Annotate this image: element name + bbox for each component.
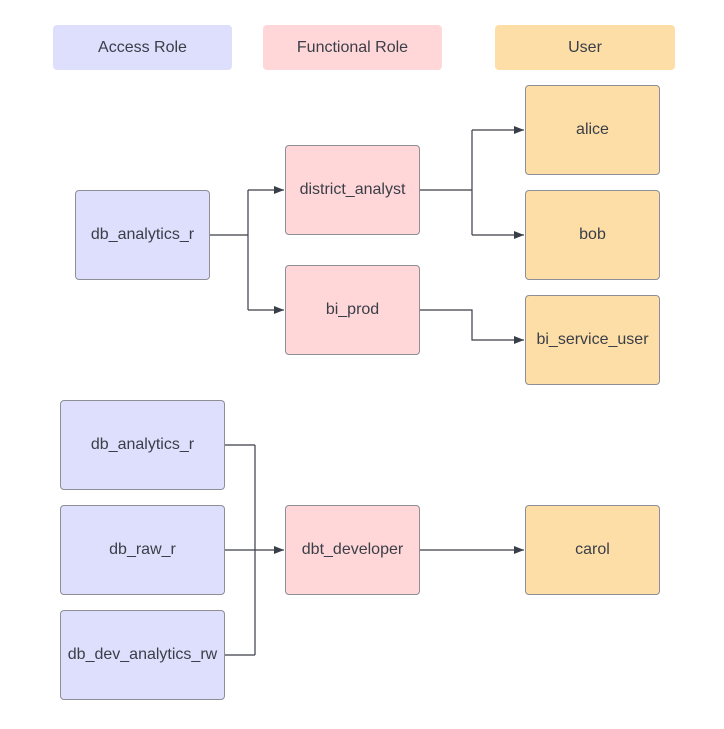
node-alice[interactable]: alice: [525, 85, 660, 175]
edge-district-analyst-trunk: [420, 130, 473, 235]
edge-bi-prod-to-bi-service-user: [420, 309, 524, 344]
edge-access-bundle: [225, 444, 256, 656]
node-db-analytics-r[interactable]: db_analytics_r: [75, 190, 210, 280]
node-district-analyst[interactable]: district_analyst: [285, 145, 420, 235]
node-carol[interactable]: carol: [525, 505, 660, 595]
node-db-dev-analytics-rw[interactable]: db_dev_analytics_rw: [60, 610, 225, 700]
node-db-analytics-r-2[interactable]: db_analytics_r: [60, 400, 225, 490]
edge-db-analytics-r-trunk: [210, 190, 249, 310]
node-dbt-developer[interactable]: dbt_developer: [285, 505, 420, 595]
node-bi-service-user[interactable]: bi_service_user: [525, 295, 660, 385]
node-bi-prod[interactable]: bi_prod: [285, 265, 420, 355]
node-bob[interactable]: bob: [525, 190, 660, 280]
node-db-raw-r[interactable]: db_raw_r: [60, 505, 225, 595]
